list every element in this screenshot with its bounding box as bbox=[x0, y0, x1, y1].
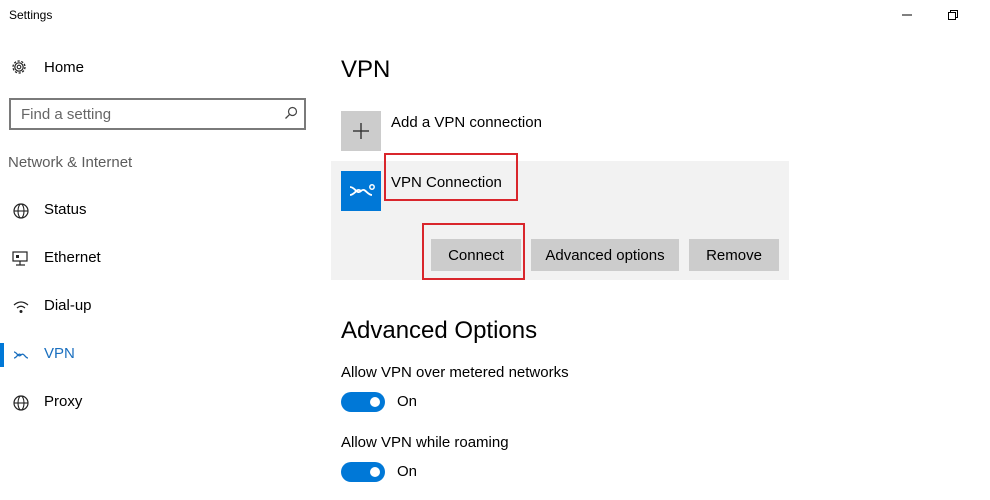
roaming-label: Allow VPN while roaming bbox=[341, 434, 509, 451]
toggle-knob bbox=[370, 397, 380, 407]
toggle-knob bbox=[370, 467, 380, 477]
add-vpn-connection-button[interactable]: Add a VPN connection bbox=[341, 111, 791, 151]
sidebar-item-dialup[interactable]: Dial-up bbox=[0, 287, 310, 327]
dialup-icon bbox=[12, 299, 30, 315]
metered-networks-state: On bbox=[397, 393, 418, 410]
sidebar-item-ethernet[interactable]: Ethernet bbox=[0, 239, 310, 279]
search-box[interactable] bbox=[9, 98, 306, 130]
roaming-toggle-row: On bbox=[341, 461, 541, 483]
sidebar-item-label: Dial-up bbox=[44, 297, 92, 314]
vpn-icon bbox=[12, 347, 30, 363]
vpn-connection-icon bbox=[349, 184, 375, 196]
advanced-options-button[interactable]: Advanced options bbox=[531, 239, 679, 271]
search-icon[interactable] bbox=[284, 106, 298, 120]
sidebar-item-label: Ethernet bbox=[44, 249, 101, 266]
sidebar-item-label: Proxy bbox=[44, 393, 83, 410]
ethernet-icon bbox=[12, 251, 30, 267]
sidebar-home[interactable]: Home bbox=[10, 54, 84, 80]
page-title: VPN bbox=[341, 56, 391, 83]
sidebar-item-vpn[interactable]: VPN bbox=[0, 335, 310, 375]
roaming-toggle[interactable] bbox=[341, 462, 385, 482]
metered-networks-toggle-row: On bbox=[341, 391, 541, 413]
add-tile bbox=[341, 111, 381, 151]
globe-proxy-icon bbox=[12, 395, 30, 411]
sidebar-home-label: Home bbox=[44, 58, 85, 76]
highlight-box-connection-name bbox=[384, 153, 518, 201]
metered-networks-toggle[interactable] bbox=[341, 392, 385, 412]
sidebar-item-label: VPN bbox=[44, 345, 75, 362]
remove-button[interactable]: Remove bbox=[689, 239, 779, 271]
sidebar-item-proxy[interactable]: Proxy bbox=[0, 383, 310, 423]
highlight-box-connect bbox=[422, 223, 525, 280]
roaming-state: On bbox=[397, 463, 418, 480]
restore-button[interactable] bbox=[930, 0, 976, 30]
restore-icon bbox=[948, 10, 958, 20]
minimize-icon bbox=[902, 14, 912, 16]
plus-icon bbox=[353, 123, 369, 139]
globe-status-icon bbox=[12, 203, 30, 219]
window-title: Settings bbox=[9, 8, 53, 22]
metered-networks-label: Allow VPN over metered networks bbox=[341, 364, 569, 381]
add-vpn-connection-label: Add a VPN connection bbox=[391, 114, 542, 131]
sidebar-item-label: Status bbox=[44, 201, 87, 218]
sidebar-item-status[interactable]: Status bbox=[0, 191, 310, 231]
sidebar-section-label: Network & Internet bbox=[8, 154, 133, 171]
title-bar: Settings bbox=[0, 0, 990, 32]
active-indicator bbox=[0, 343, 4, 367]
vpn-connection-tile bbox=[341, 171, 381, 211]
search-input[interactable] bbox=[11, 100, 271, 128]
gear-icon bbox=[12, 60, 26, 74]
vpn-connection-card[interactable]: VPN Connection Connect Advanced options … bbox=[331, 153, 789, 280]
advanced-options-heading: Advanced Options bbox=[341, 317, 538, 344]
minimize-button[interactable] bbox=[884, 0, 930, 30]
